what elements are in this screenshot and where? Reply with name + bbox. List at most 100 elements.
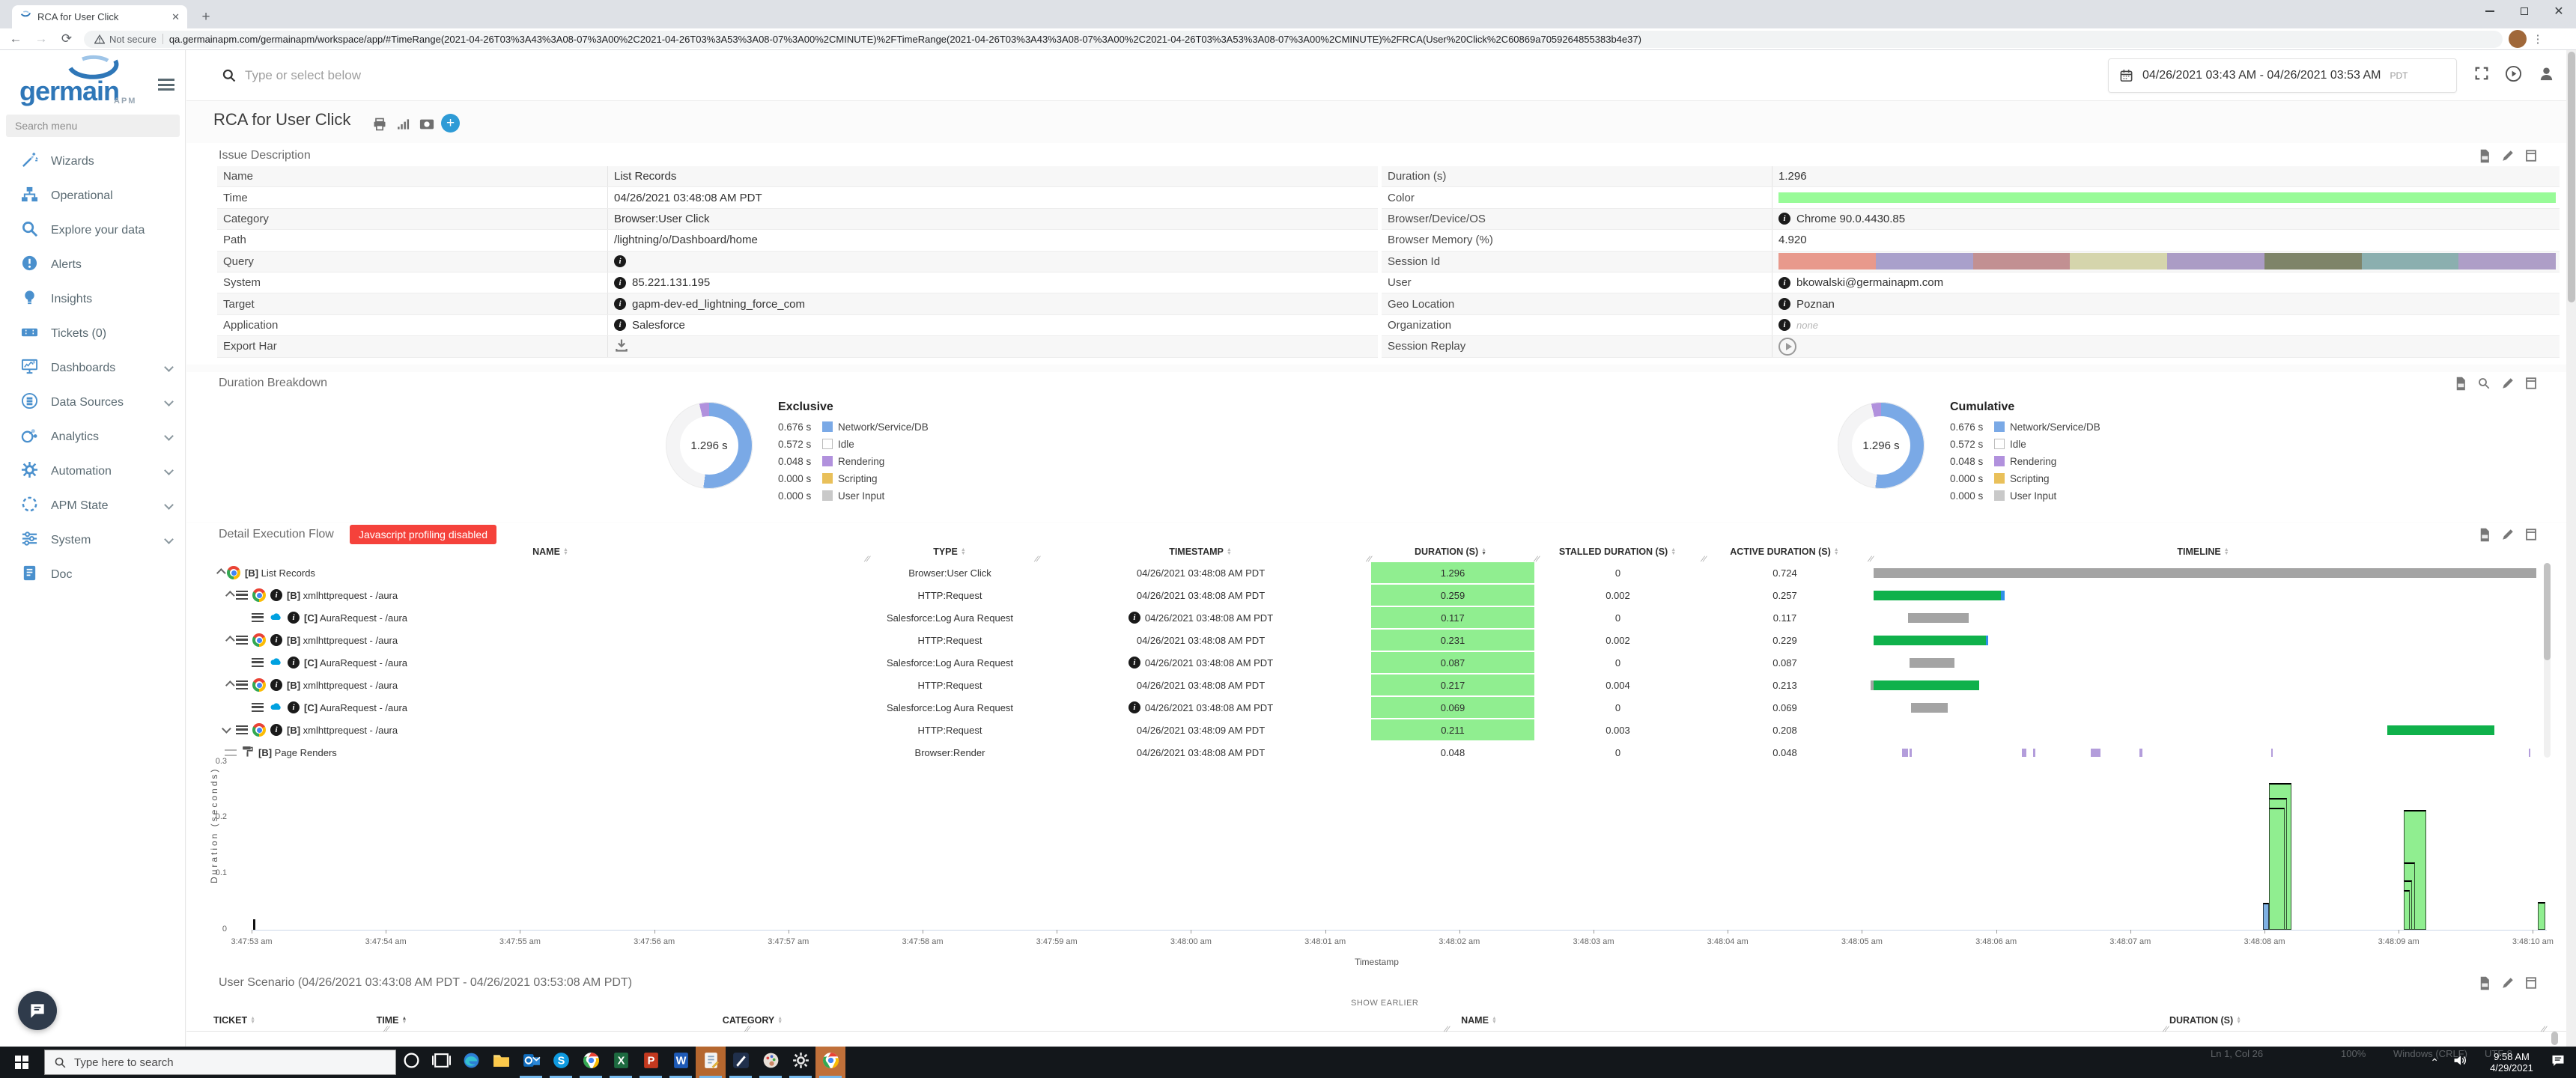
row-menu-icon[interactable] <box>236 591 248 600</box>
row-menu-icon[interactable] <box>236 636 248 645</box>
global-search-input[interactable] <box>245 61 2042 91</box>
fullscreen-icon[interactable] <box>2473 65 2490 85</box>
sidebar-item-tickets-0[interactable]: Tickets (0) <box>0 317 186 351</box>
taskbar-app-cortana[interactable] <box>396 1047 426 1078</box>
window-icon[interactable] <box>2525 528 2537 546</box>
page-scrollbar[interactable] <box>2566 50 2576 1047</box>
flow-row[interactable]: i[B] xmlhttprequest - /auraHTTP:Request0… <box>186 719 2553 741</box>
not-secure-warning[interactable]: Not secure <box>94 34 157 45</box>
info-icon[interactable]: i <box>288 657 300 669</box>
sidebar-item-system[interactable]: System <box>0 523 186 558</box>
edit-pencil-icon[interactable] <box>2501 377 2515 395</box>
window-minimize-button[interactable] <box>2473 0 2507 22</box>
edit-pencil-icon[interactable] <box>2501 528 2515 546</box>
scenario-scrollbar[interactable] <box>2551 1032 2558 1045</box>
info-icon[interactable]: i <box>1128 701 1140 713</box>
info-icon[interactable]: i <box>1778 277 1790 289</box>
edit-pencil-icon[interactable] <box>2501 149 2515 167</box>
row-menu-icon[interactable] <box>236 725 248 734</box>
browser-tab[interactable]: RCA for User Click ✕ <box>12 5 187 28</box>
row-menu-icon[interactable] <box>236 680 248 689</box>
taskbar-app-excel[interactable]: X <box>606 1047 636 1078</box>
flow-scrollbar-thumb[interactable] <box>2544 563 2551 660</box>
taskbar-app-ppt[interactable]: P <box>636 1047 666 1078</box>
info-icon[interactable]: i <box>1128 657 1140 669</box>
sidebar-item-alerts[interactable]: Alerts <box>0 248 186 282</box>
back-icon[interactable]: ← <box>6 29 25 49</box>
taskbar-app-pentool[interactable] <box>726 1047 756 1078</box>
taskbar-app-skype[interactable]: S <box>546 1047 576 1078</box>
sidebar-hamburger-icon[interactable] <box>158 79 174 91</box>
flow-row[interactable]: i[B] xmlhttprequest - /auraHTTP:Request0… <box>186 629 2553 651</box>
column-header-name[interactable]: NAME▲▼ <box>532 546 568 557</box>
sidebar-item-wizards[interactable]: Wizards <box>0 144 186 179</box>
column-resize-handle[interactable]: // <box>2539 1026 2548 1034</box>
window-icon[interactable] <box>2525 377 2537 395</box>
column-header-time[interactable]: TIME▲▼ <box>377 1015 407 1026</box>
sidebar-item-apm-state[interactable]: APM State <box>0 489 186 523</box>
sidebar-item-data-sources[interactable]: Data Sources <box>0 386 186 420</box>
print-icon[interactable] <box>372 117 387 135</box>
caret-up-icon[interactable] <box>216 568 226 578</box>
forward-icon[interactable]: → <box>31 29 51 49</box>
page-scrollbar-thumb[interactable] <box>2568 52 2575 302</box>
export-csv-icon[interactable] <box>2454 377 2467 395</box>
info-icon[interactable]: i <box>614 319 626 331</box>
info-icon[interactable]: i <box>1778 298 1790 310</box>
sidebar-item-analytics[interactable]: Analytics <box>0 420 186 454</box>
caret-up-icon[interactable] <box>225 591 235 600</box>
export-csv-icon[interactable] <box>2478 149 2491 167</box>
flow-scrollbar[interactable] <box>2544 563 2551 758</box>
taskbar-app-outlook[interactable] <box>516 1047 546 1078</box>
taskbar-app-folder[interactable] <box>486 1047 516 1078</box>
tab-close-icon[interactable]: ✕ <box>171 11 180 23</box>
info-icon[interactable]: i <box>288 612 300 624</box>
column-header-duration-s[interactable]: DURATION (S)▲▼ <box>1415 546 1486 557</box>
column-header-ticket[interactable]: TICKET▲▼ <box>213 1015 255 1026</box>
taskbar-app-paintapp[interactable] <box>756 1047 786 1078</box>
new-tab-button[interactable]: + <box>196 7 216 27</box>
column-header-stalled-duration-s[interactable]: STALLED DURATION (S)▲▼ <box>1559 546 1676 557</box>
taskbar-app-taskview[interactable] <box>426 1047 456 1078</box>
export-csv-icon[interactable] <box>2478 976 2491 994</box>
column-header-timestamp[interactable]: TIMESTAMP▲▼ <box>1169 546 1232 557</box>
taskbar-app-chrome[interactable] <box>576 1047 606 1078</box>
info-icon[interactable]: i <box>1128 612 1140 624</box>
show-earlier-link[interactable]: SHOW EARLIER <box>1351 999 1418 1008</box>
browser-profile-avatar[interactable] <box>2509 30 2527 48</box>
flow-row[interactable]: i[C] AuraRequest - /auraSalesforce:Log A… <box>186 696 2553 719</box>
info-icon[interactable]: i <box>1778 319 1790 331</box>
flow-row[interactable]: [B] List RecordsBrowser:User Click04/26/… <box>186 561 2553 584</box>
export-csv-icon[interactable] <box>2478 528 2491 546</box>
notification-icon[interactable] <box>2551 1053 2566 1071</box>
info-icon[interactable]: i <box>270 634 282 646</box>
column-resize-handle[interactable]: // <box>743 1026 751 1034</box>
edit-pencil-icon[interactable] <box>2501 976 2515 994</box>
chart-icon[interactable] <box>396 117 411 135</box>
url-bar[interactable]: Not secure qa.germainapm.com/germainapm/… <box>84 31 2503 48</box>
flow-row[interactable]: i[B] xmlhttprequest - /auraHTTP:Request0… <box>186 674 2553 696</box>
download-icon[interactable] <box>614 338 629 356</box>
germain-logo[interactable]: germain APM <box>0 50 185 114</box>
row-menu-icon[interactable] <box>252 703 264 712</box>
column-header-duration-s[interactable]: DURATION (S)▲▼ <box>2169 1015 2241 1026</box>
caret-up-icon[interactable] <box>225 636 235 645</box>
taskbar-app-edge[interactable] <box>456 1047 486 1078</box>
info-icon[interactable]: i <box>270 679 282 691</box>
sidebar-item-dashboards[interactable]: Dashboards <box>0 351 186 386</box>
info-icon[interactable]: i <box>1778 213 1790 225</box>
browser-menu-icon[interactable]: ⋮ <box>2531 32 2545 46</box>
sidebar-item-operational[interactable]: Operational <box>0 179 186 213</box>
sidebar-item-insights[interactable]: Insights <box>0 282 186 317</box>
caret-up-icon[interactable] <box>225 680 235 690</box>
sidebar-item-automation[interactable]: Automation <box>0 454 186 489</box>
chat-bubble-button[interactable] <box>18 991 57 1030</box>
row-menu-icon[interactable] <box>225 749 237 756</box>
column-header-name[interactable]: NAME▲▼ <box>1461 1015 1497 1026</box>
info-icon[interactable]: i <box>270 724 282 736</box>
sidebar-item-explore-your-data[interactable]: Explore your data <box>0 213 186 248</box>
sidebar-search-input[interactable] <box>6 115 180 137</box>
info-icon[interactable]: i <box>614 277 626 289</box>
url-text[interactable]: qa.germainapm.com/germainapm/workspace/a… <box>169 34 1641 45</box>
column-header-category[interactable]: CATEGORY▲▼ <box>723 1015 783 1026</box>
